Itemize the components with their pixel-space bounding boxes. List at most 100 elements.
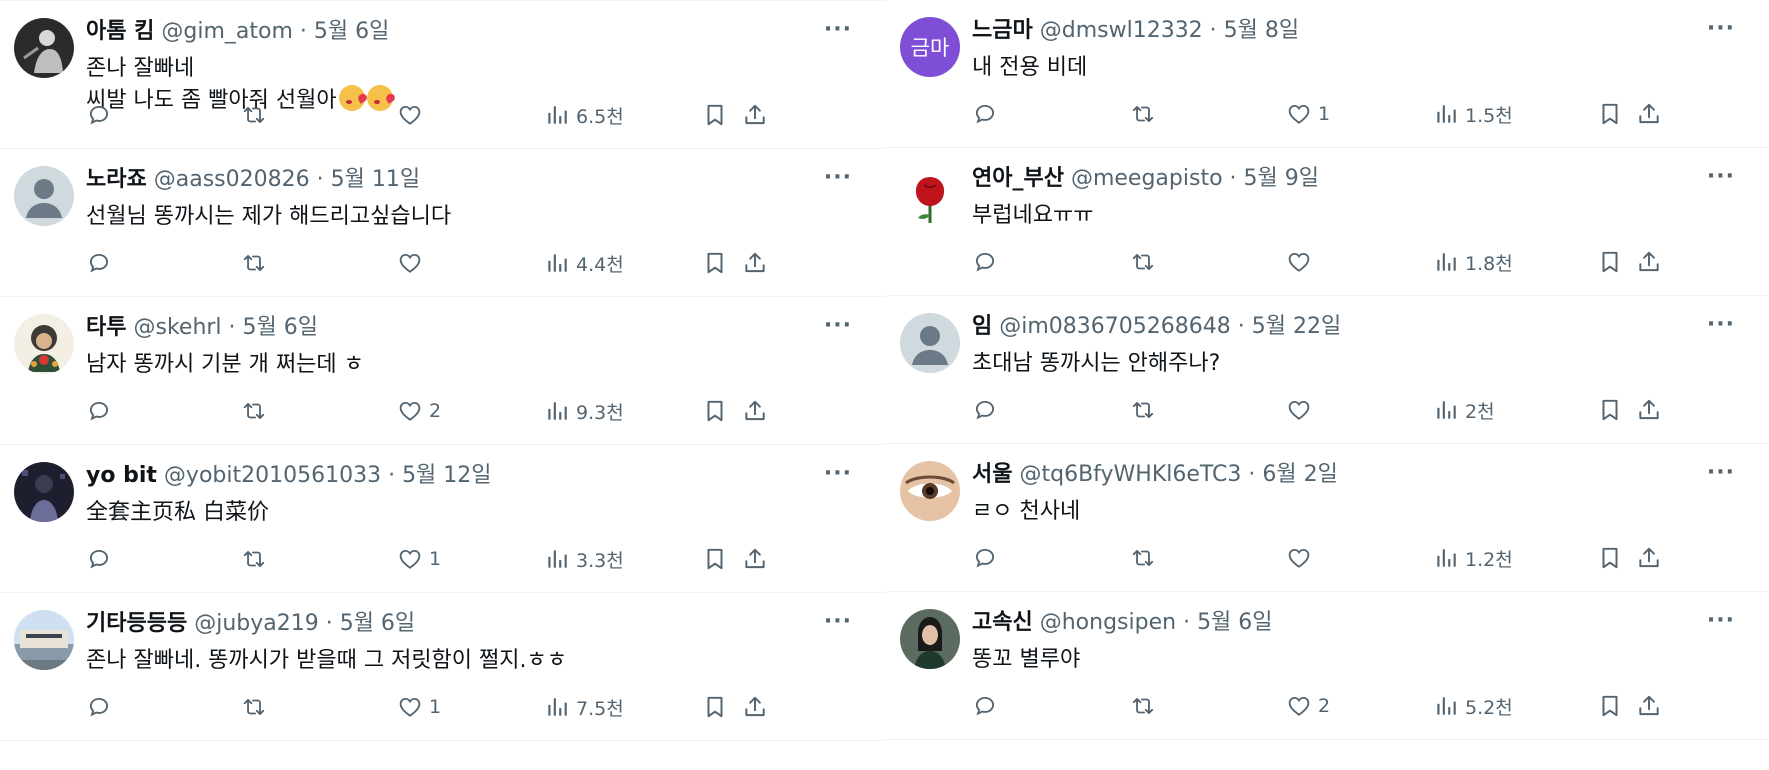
timestamp[interactable]: 5월 9일 [1244,166,1319,191]
share-button[interactable] [1636,247,1662,277]
like-button[interactable]: 2 [1286,691,1330,721]
reply-button[interactable] [86,248,118,278]
share-button[interactable] [742,100,768,130]
more-options-icon[interactable]: ··· [1707,165,1735,189]
avatar[interactable] [900,609,960,669]
views-button[interactable]: 5.2천 [1433,691,1513,721]
reply-tweet[interactable]: 금마 느금마 @dmswl12332 · 5월 8일 ··· 내 전용 비데 1 1.5천 [886,0,1769,148]
bookmark-button[interactable] [702,692,728,722]
avatar[interactable] [14,314,74,374]
timestamp[interactable]: 5월 6일 [243,315,318,340]
retweet-button[interactable] [1130,543,1162,573]
display-name[interactable]: 느금마 [972,18,1033,43]
timestamp[interactable]: 5월 22일 [1252,314,1341,339]
like-button[interactable]: 2 [397,396,441,426]
reply-tweet[interactable]: 고속신 @hongsipen · 5월 6일 ··· 똥꼬 별루야 2 5.2천 [886,592,1769,740]
display-name[interactable]: 고속신 [972,610,1033,635]
share-button[interactable] [1636,543,1662,573]
reply-tweet[interactable]: 아톰 킴 @gim_atom · 5월 6일 ··· 존나 잘빠네 씨발 나도 좀 … [0,1,886,149]
handle[interactable]: @jubya219 [194,611,319,636]
views-button[interactable]: 1.2천 [1433,543,1513,573]
bookmark-button[interactable] [702,544,728,574]
like-button[interactable] [1286,247,1318,277]
reply-button[interactable] [972,691,1004,721]
timestamp[interactable]: 5월 12일 [402,463,491,488]
handle[interactable]: @im0836705268648 [999,314,1231,339]
handle[interactable]: @dmswl12332 [1040,18,1203,43]
bookmark-button[interactable] [1597,247,1623,277]
like-button[interactable] [397,100,429,130]
more-options-icon[interactable]: ··· [1707,461,1735,485]
reply-button[interactable] [86,100,118,130]
like-button[interactable] [1286,395,1318,425]
more-options-icon[interactable]: ··· [1707,609,1735,633]
retweet-button[interactable] [241,100,273,130]
handle[interactable]: @hongsipen [1040,610,1176,635]
reply-tweet[interactable]: 노라죠 @aass020826 · 5월 11일 ··· 선월님 똥까시는 제가 해… [0,149,886,297]
reply-button[interactable] [972,247,1004,277]
display-name[interactable]: 노라죠 [86,167,147,192]
handle[interactable]: @aass020826 [154,167,310,192]
avatar[interactable] [14,462,74,522]
handle[interactable]: @meegapisto [1071,166,1223,191]
reply-button[interactable] [86,396,118,426]
share-button[interactable] [742,396,768,426]
reply-tweet[interactable]: yo bit @yobit2010561033 · 5월 12일 ··· 全套主页私… [0,445,886,593]
share-button[interactable] [742,544,768,574]
views-button[interactable]: 3.3천 [544,544,624,574]
views-button[interactable]: 1.5천 [1433,99,1513,129]
avatar[interactable] [900,313,960,373]
bookmark-button[interactable] [702,248,728,278]
reply-tweet[interactable]: 임 @im0836705268648 · 5월 22일 ··· 초대남 똥까시는 안… [886,296,1769,444]
bookmark-button[interactable] [702,396,728,426]
handle[interactable]: @skehrl [133,315,221,340]
avatar[interactable] [14,18,74,78]
more-options-icon[interactable]: ··· [824,610,852,634]
views-button[interactable]: 2천 [1433,395,1495,425]
retweet-button[interactable] [1130,691,1162,721]
reply-tweet[interactable]: 타투 @skehrl · 5월 6일 ··· 남자 똥까시 기분 개 쩌는데 ㅎ 2 9… [0,297,886,445]
retweet-button[interactable] [241,396,273,426]
reply-button[interactable] [972,543,1004,573]
handle[interactable]: @yobit2010561033 [164,463,381,488]
retweet-button[interactable] [1130,99,1162,129]
display-name[interactable]: 타투 [86,315,126,340]
display-name[interactable]: 아톰 킴 [86,19,154,44]
retweet-button[interactable] [1130,395,1162,425]
views-button[interactable]: 9.3천 [544,396,624,426]
more-options-icon[interactable]: ··· [824,462,852,486]
share-button[interactable] [742,248,768,278]
timestamp[interactable]: 5월 6일 [314,19,389,44]
display-name[interactable]: 연아_부산 [972,166,1064,191]
display-name[interactable]: 임 [972,314,992,339]
handle[interactable]: @tq6BfyWHKl6eTC3 [1019,462,1241,487]
timestamp[interactable]: 5월 11일 [331,167,420,192]
bookmark-button[interactable] [702,100,728,130]
timestamp[interactable]: 6월 2일 [1262,462,1337,487]
display-name[interactable]: 서울 [972,462,1012,487]
avatar[interactable]: 금마 [900,17,960,77]
reply-button[interactable] [972,99,1004,129]
display-name[interactable]: 기타등등등 [86,611,187,636]
bookmark-button[interactable] [1597,395,1623,425]
avatar[interactable] [900,165,960,225]
reply-button[interactable] [972,395,1004,425]
timestamp[interactable]: 5월 6일 [1197,610,1272,635]
retweet-button[interactable] [241,248,273,278]
like-button[interactable] [1286,543,1318,573]
share-button[interactable] [1636,99,1662,129]
more-options-icon[interactable]: ··· [824,166,852,190]
more-options-icon[interactable]: ··· [1707,313,1735,337]
share-button[interactable] [1636,691,1662,721]
reply-tweet[interactable]: 연아_부산 @meegapisto · 5월 9일 ··· 부럽네요ㅠㅠ 1.8천 [886,148,1769,296]
handle[interactable]: @gim_atom [161,19,293,44]
reply-tweet[interactable]: 서울 @tq6BfyWHKl6eTC3 · 6월 2일 ··· ㄹㅇ 천사네 1.2천 [886,444,1769,592]
reply-button[interactable] [86,692,118,722]
retweet-button[interactable] [241,692,273,722]
avatar[interactable] [900,461,960,521]
share-button[interactable] [1636,395,1662,425]
more-options-icon[interactable]: ··· [1707,17,1735,41]
share-button[interactable] [742,692,768,722]
like-button[interactable]: 1 [1286,99,1330,129]
avatar[interactable] [14,610,74,670]
